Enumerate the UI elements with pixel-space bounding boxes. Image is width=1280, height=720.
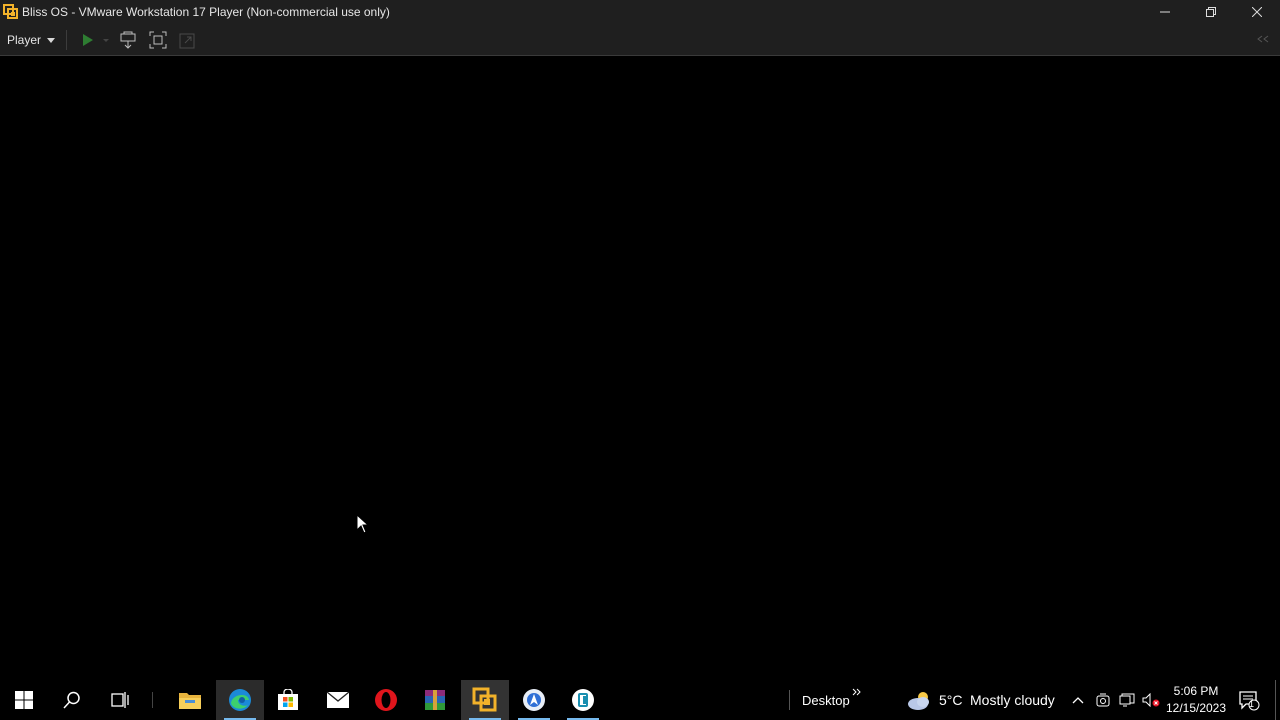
- ctrl-alt-del-icon: [120, 31, 136, 49]
- close-icon: [1252, 7, 1262, 17]
- unity-button[interactable]: [173, 26, 203, 54]
- winrar-icon: [425, 690, 445, 710]
- taskbar-store[interactable]: [264, 680, 312, 720]
- mail-icon: [326, 691, 350, 708]
- taskbar-opera[interactable]: [362, 680, 410, 720]
- show-desktop-button[interactable]: [1275, 680, 1280, 720]
- weather-condition[interactable]: Mostly cloudy: [970, 680, 1055, 720]
- tray-app-button[interactable]: [1093, 680, 1113, 720]
- restore-icon: [1206, 7, 1216, 17]
- vmware-player-window: Bliss OS - VMware Workstation 17 Player …: [0, 0, 1280, 720]
- start-button[interactable]: [0, 680, 48, 720]
- windows-start-icon: [15, 691, 33, 709]
- desktop-toolbar-label[interactable]: Desktop: [802, 680, 850, 720]
- minimize-button[interactable]: [1142, 0, 1188, 24]
- unity-icon: [179, 33, 195, 48]
- send-ctrl-alt-del-button[interactable]: [113, 26, 143, 54]
- taskbar-winrar[interactable]: [411, 680, 459, 720]
- tray-app-icon: [1096, 693, 1110, 707]
- clock-date: 12/15/2023: [1165, 701, 1227, 715]
- search-icon: [63, 691, 80, 709]
- volume-button[interactable]: [1140, 680, 1162, 720]
- weather-widget-icon[interactable]: [903, 680, 937, 720]
- double-chevron-left-icon: [1257, 35, 1269, 43]
- play-icon: [83, 33, 109, 46]
- vm-display-area[interactable]: [0, 56, 1280, 680]
- windows-taskbar: Desktop 5°C Mostly cloudy 5:06 PM 12/15/…: [0, 680, 1280, 720]
- power-on-button[interactable]: [77, 26, 113, 54]
- notification-count: 1: [1249, 699, 1255, 709]
- chevron-up-icon: [1072, 697, 1084, 704]
- network-icon: [1119, 693, 1135, 707]
- app-icon: [523, 689, 545, 711]
- search-button[interactable]: [48, 680, 96, 720]
- system-clock[interactable]: 5:06 PM 12/15/2023: [1160, 682, 1232, 718]
- minimize-icon: [1160, 11, 1170, 13]
- collapse-toolbar-button[interactable]: [1256, 33, 1270, 47]
- store-icon: [278, 689, 298, 710]
- restore-button[interactable]: [1188, 0, 1234, 24]
- player-menu-button[interactable]: Player: [0, 26, 62, 54]
- toolbar-separator: [788, 680, 790, 720]
- full-screen-button[interactable]: [143, 26, 173, 54]
- taskbar-app-2[interactable]: [559, 680, 607, 720]
- close-button[interactable]: [1234, 0, 1280, 24]
- taskbar-file-explorer[interactable]: [166, 680, 214, 720]
- player-toolbar: Player: [0, 24, 1280, 56]
- clock-time: 5:06 PM: [1173, 684, 1219, 698]
- task-view-icon: [111, 692, 129, 708]
- notification-center-button[interactable]: 1: [1234, 680, 1264, 720]
- task-view-button[interactable]: [96, 680, 144, 720]
- volume-muted-icon: [1142, 693, 1160, 707]
- file-explorer-icon: [179, 693, 201, 709]
- network-button[interactable]: [1116, 680, 1138, 720]
- toolbar-divider: [66, 29, 67, 50]
- title-bar[interactable]: Bliss OS - VMware Workstation 17 Player …: [0, 0, 1280, 24]
- taskbar-app-1[interactable]: [510, 680, 558, 720]
- taskbar-mail[interactable]: [314, 680, 362, 720]
- taskbar-divider: [152, 692, 153, 708]
- window-title: Bliss OS - VMware Workstation 17 Player …: [22, 5, 390, 19]
- app-icon: [572, 689, 594, 711]
- edge-icon: [229, 689, 251, 711]
- chevron-down-icon: [47, 38, 56, 43]
- cloud-sun-icon: [908, 692, 929, 710]
- player-menu-label: Player: [7, 32, 42, 47]
- weather-temperature[interactable]: 5°C: [939, 680, 963, 720]
- desktop-toolbar-expand[interactable]: [850, 672, 864, 712]
- window-controls: [1142, 0, 1280, 24]
- double-chevron-right-icon: [852, 688, 861, 696]
- fullscreen-icon: [149, 31, 167, 48]
- mouse-cursor-icon: [356, 514, 369, 534]
- taskbar-vmware-player[interactable]: [461, 680, 509, 720]
- vmware-app-icon: [3, 4, 19, 20]
- show-hidden-icons-button[interactable]: [1068, 680, 1088, 720]
- opera-icon: [375, 689, 397, 711]
- vmware-player-icon: [472, 687, 497, 712]
- taskbar-edge[interactable]: [216, 680, 264, 720]
